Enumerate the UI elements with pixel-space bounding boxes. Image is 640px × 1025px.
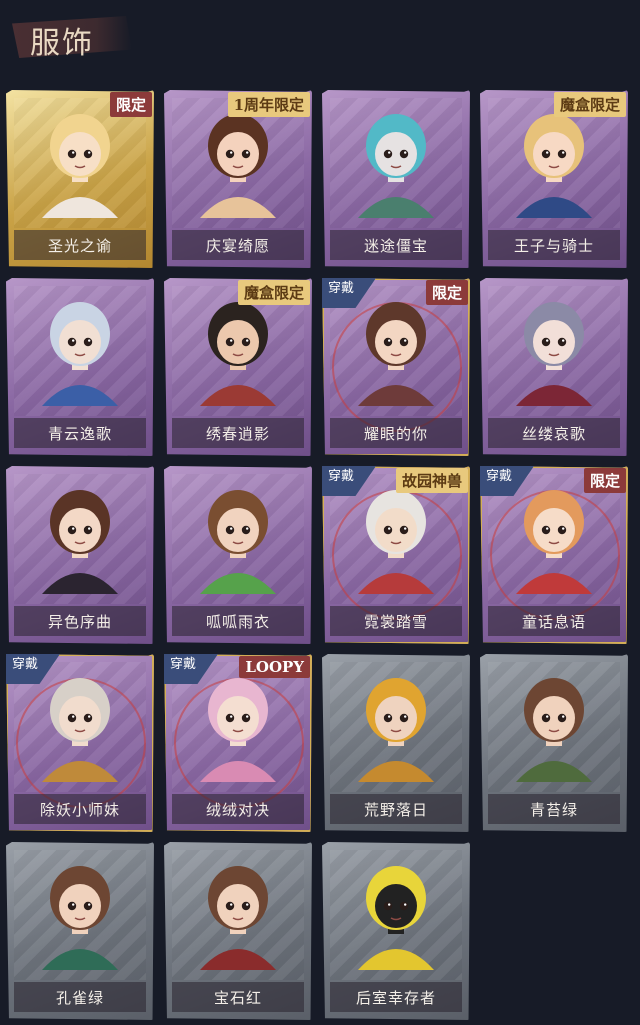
costume-card[interactable]: 故园神兽 穿戴 霓裳踏雪 (322, 466, 470, 644)
costume-card[interactable]: 魔盒限定绣春逍影 (164, 278, 312, 456)
character-portrait (194, 106, 282, 218)
character-portrait (510, 482, 598, 594)
costume-name: 除妖小师妹 (14, 794, 146, 824)
costume-name: 青云逸歌 (14, 418, 146, 448)
costume-card[interactable]: 迷途僵宝 (322, 90, 470, 268)
character-portrait (510, 670, 598, 782)
costume-card[interactable]: 后室幸存者 (322, 842, 470, 1020)
character-portrait (36, 858, 124, 970)
page-title: 服饰 (30, 26, 94, 61)
costume-card[interactable]: 青苔绿 (480, 654, 628, 832)
costume-name: 异色序曲 (14, 606, 146, 636)
costume-card[interactable]: 限定 穿戴 童话息语 (480, 466, 628, 644)
costume-name: 后室幸存者 (330, 982, 462, 1012)
limited-tag: 故园神兽 (395, 468, 468, 493)
limited-tag: 1周年限定 (227, 92, 310, 117)
costume-card[interactable]: 异色序曲 (6, 466, 154, 644)
costume-name: 童话息语 (488, 606, 620, 636)
character-portrait (352, 482, 440, 594)
costume-name: 耀眼的你 (330, 418, 462, 448)
costume-name: 孔雀绿 (14, 982, 146, 1012)
costume-name: 呱呱雨衣 (172, 606, 304, 636)
limited-tag: 魔盒限定 (553, 92, 626, 117)
character-portrait (510, 106, 598, 218)
costume-name: 绒绒对决 (172, 794, 304, 824)
character-portrait (36, 294, 124, 406)
costume-card[interactable]: 穿戴 除妖小师妹 (6, 654, 154, 832)
header: 服饰 (0, 0, 640, 88)
character-portrait (352, 858, 440, 970)
costume-card[interactable]: 宝石红 (164, 842, 312, 1020)
character-portrait (36, 670, 124, 782)
costume-name: 迷途僵宝 (330, 230, 462, 260)
costume-card[interactable]: 限定圣光之谕 (6, 90, 154, 268)
character-portrait (194, 670, 282, 782)
costume-card[interactable]: LOOPY 穿戴 绒绒对决 (164, 654, 312, 832)
character-portrait (510, 294, 598, 406)
costume-card[interactable]: 丝缕哀歌 (480, 278, 628, 456)
character-portrait (352, 294, 440, 406)
costume-name: 绣春逍影 (172, 418, 304, 448)
character-portrait (36, 482, 124, 594)
costume-card[interactable]: 1周年限定庆宴绮愿 (164, 90, 312, 268)
limited-tag: 限定 (583, 468, 626, 493)
character-portrait (352, 106, 440, 218)
limited-tag: 限定 (425, 280, 468, 305)
character-portrait (352, 670, 440, 782)
costume-name: 丝缕哀歌 (488, 418, 620, 448)
costume-name: 圣光之谕 (14, 230, 146, 260)
character-portrait (36, 106, 124, 218)
costume-card[interactable]: 孔雀绿 (6, 842, 154, 1020)
costume-card[interactable]: 青云逸歌 (6, 278, 154, 456)
limited-tag: 魔盒限定 (237, 280, 310, 305)
costume-name: 宝石红 (172, 982, 304, 1012)
costume-name: 荒野落日 (330, 794, 462, 824)
costume-card[interactable]: 荒野落日 (322, 654, 470, 832)
character-portrait (194, 858, 282, 970)
costume-card[interactable]: 限定 穿戴 耀眼的你 (322, 278, 470, 456)
limited-tag: LOOPY (239, 656, 310, 678)
character-portrait (194, 482, 282, 594)
costume-card[interactable]: 魔盒限定王子与骑士 (480, 90, 628, 268)
limited-tag: 限定 (109, 92, 152, 117)
costume-name: 青苔绿 (488, 794, 620, 824)
costume-name: 庆宴绮愿 (172, 230, 304, 260)
character-portrait (194, 294, 282, 406)
costume-name: 王子与骑士 (488, 230, 620, 260)
costume-card[interactable]: 呱呱雨衣 (164, 466, 312, 644)
costume-name: 霓裳踏雪 (330, 606, 462, 636)
